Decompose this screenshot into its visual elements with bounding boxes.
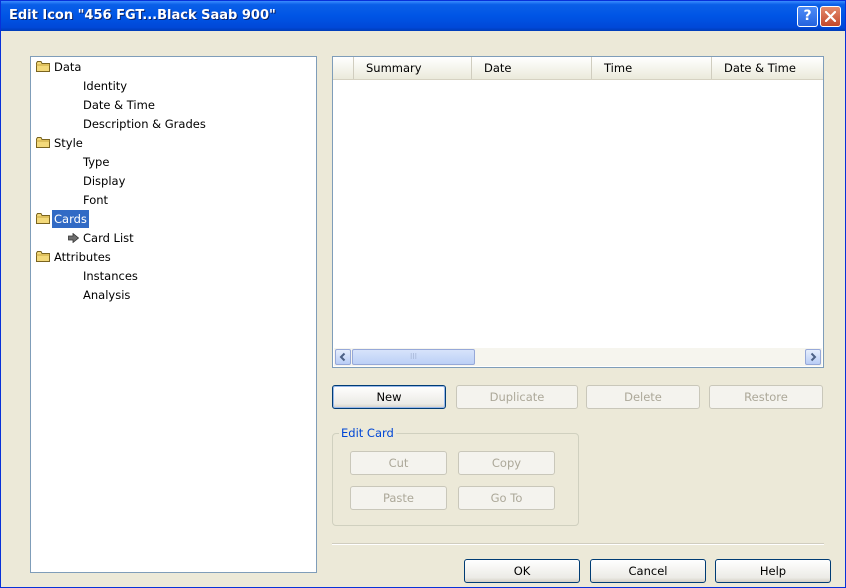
close-button[interactable] <box>820 6 841 27</box>
tree-category-cards[interactable]: Cards <box>33 210 313 228</box>
category-tree[interactable]: Data Identity Date & Time Description & … <box>30 56 317 573</box>
duplicate-button[interactable]: Duplicate <box>456 385 578 409</box>
tree-item-description-grades[interactable]: Description & Grades <box>33 115 313 133</box>
scroll-thumb[interactable]: III <box>352 349 475 365</box>
edit-icon-dialog: Edit Icon "456 FGT...Black Saab 900" ? D… <box>0 0 846 588</box>
card-list-view[interactable]: Summary Date Time Date & Time III <box>332 56 824 368</box>
tree-item-analysis[interactable]: Analysis <box>33 286 313 304</box>
tree-category-attributes[interactable]: Attributes <box>33 248 313 266</box>
cut-button[interactable]: Cut <box>350 451 447 475</box>
ok-button[interactable]: OK <box>464 559 580 583</box>
tree-item-label: Description & Grades <box>83 117 206 131</box>
arrow-right-icon <box>810 352 817 362</box>
help-button[interactable]: Help <box>715 559 831 583</box>
go-to-button[interactable]: Go To <box>458 486 555 510</box>
cancel-button[interactable]: Cancel <box>590 559 706 583</box>
copy-button[interactable]: Copy <box>458 451 555 475</box>
column-header-time[interactable]: Time <box>592 57 712 79</box>
tree-item-label: Display <box>83 174 126 188</box>
tree-category-label: Attributes <box>54 250 111 264</box>
title-bar[interactable]: Edit Icon "456 FGT...Black Saab 900" ? <box>1 1 845 31</box>
new-button[interactable]: New <box>332 385 446 409</box>
question-mark-icon: ? <box>803 8 812 24</box>
edit-card-group-title: Edit Card <box>339 426 396 440</box>
folder-icon <box>36 251 50 262</box>
tree-category-style[interactable]: Style <box>33 134 313 152</box>
folder-icon <box>36 213 50 224</box>
column-header-blank[interactable] <box>333 57 354 79</box>
tree-item-date-time[interactable]: Date & Time <box>33 96 313 114</box>
help-title-button[interactable]: ? <box>797 6 818 27</box>
thumb-grip-icon: III <box>409 352 418 361</box>
tree-category-label: Data <box>54 60 82 74</box>
tree-category-label: Cards <box>52 210 89 228</box>
tree-item-label: Date & Time <box>83 98 155 112</box>
tree-category-label: Style <box>54 136 83 150</box>
restore-button[interactable]: Restore <box>709 385 823 409</box>
tree-item-label: Card List <box>83 231 134 245</box>
column-header-date-time[interactable]: Date & Time <box>712 57 823 79</box>
tree-item-instances[interactable]: Instances <box>33 267 313 285</box>
edit-card-group <box>332 433 579 526</box>
window-title: Edit Icon "456 FGT...Black Saab 900" <box>9 8 276 23</box>
folder-icon <box>36 137 50 148</box>
arrow-left-icon <box>339 352 346 362</box>
tree-item-label: Analysis <box>83 288 131 302</box>
tree-category-data[interactable]: Data <box>33 58 313 76</box>
tree-item-label: Font <box>83 193 109 207</box>
horizontal-scrollbar[interactable]: III <box>334 348 822 366</box>
tree-item-label: Type <box>83 155 110 169</box>
footer-separator <box>332 543 824 545</box>
tree-item-card-list[interactable]: Card List <box>33 229 313 247</box>
list-header: Summary Date Time Date & Time <box>333 57 823 80</box>
current-arrow-icon <box>68 233 79 243</box>
tree-item-font[interactable]: Font <box>33 191 313 209</box>
folder-icon <box>36 61 50 72</box>
tree-item-label: Identity <box>83 79 128 93</box>
scroll-right-button[interactable] <box>805 349 821 365</box>
tree-item-type[interactable]: Type <box>33 153 313 171</box>
tree-item-display[interactable]: Display <box>33 172 313 190</box>
tree-item-identity[interactable]: Identity <box>33 77 313 95</box>
close-icon <box>825 11 836 22</box>
delete-button[interactable]: Delete <box>586 385 700 409</box>
column-header-date[interactable]: Date <box>472 57 592 79</box>
tree-item-label: Instances <box>83 269 138 283</box>
scroll-left-button[interactable] <box>335 349 351 365</box>
paste-button[interactable]: Paste <box>350 486 447 510</box>
column-header-summary[interactable]: Summary <box>354 57 472 79</box>
